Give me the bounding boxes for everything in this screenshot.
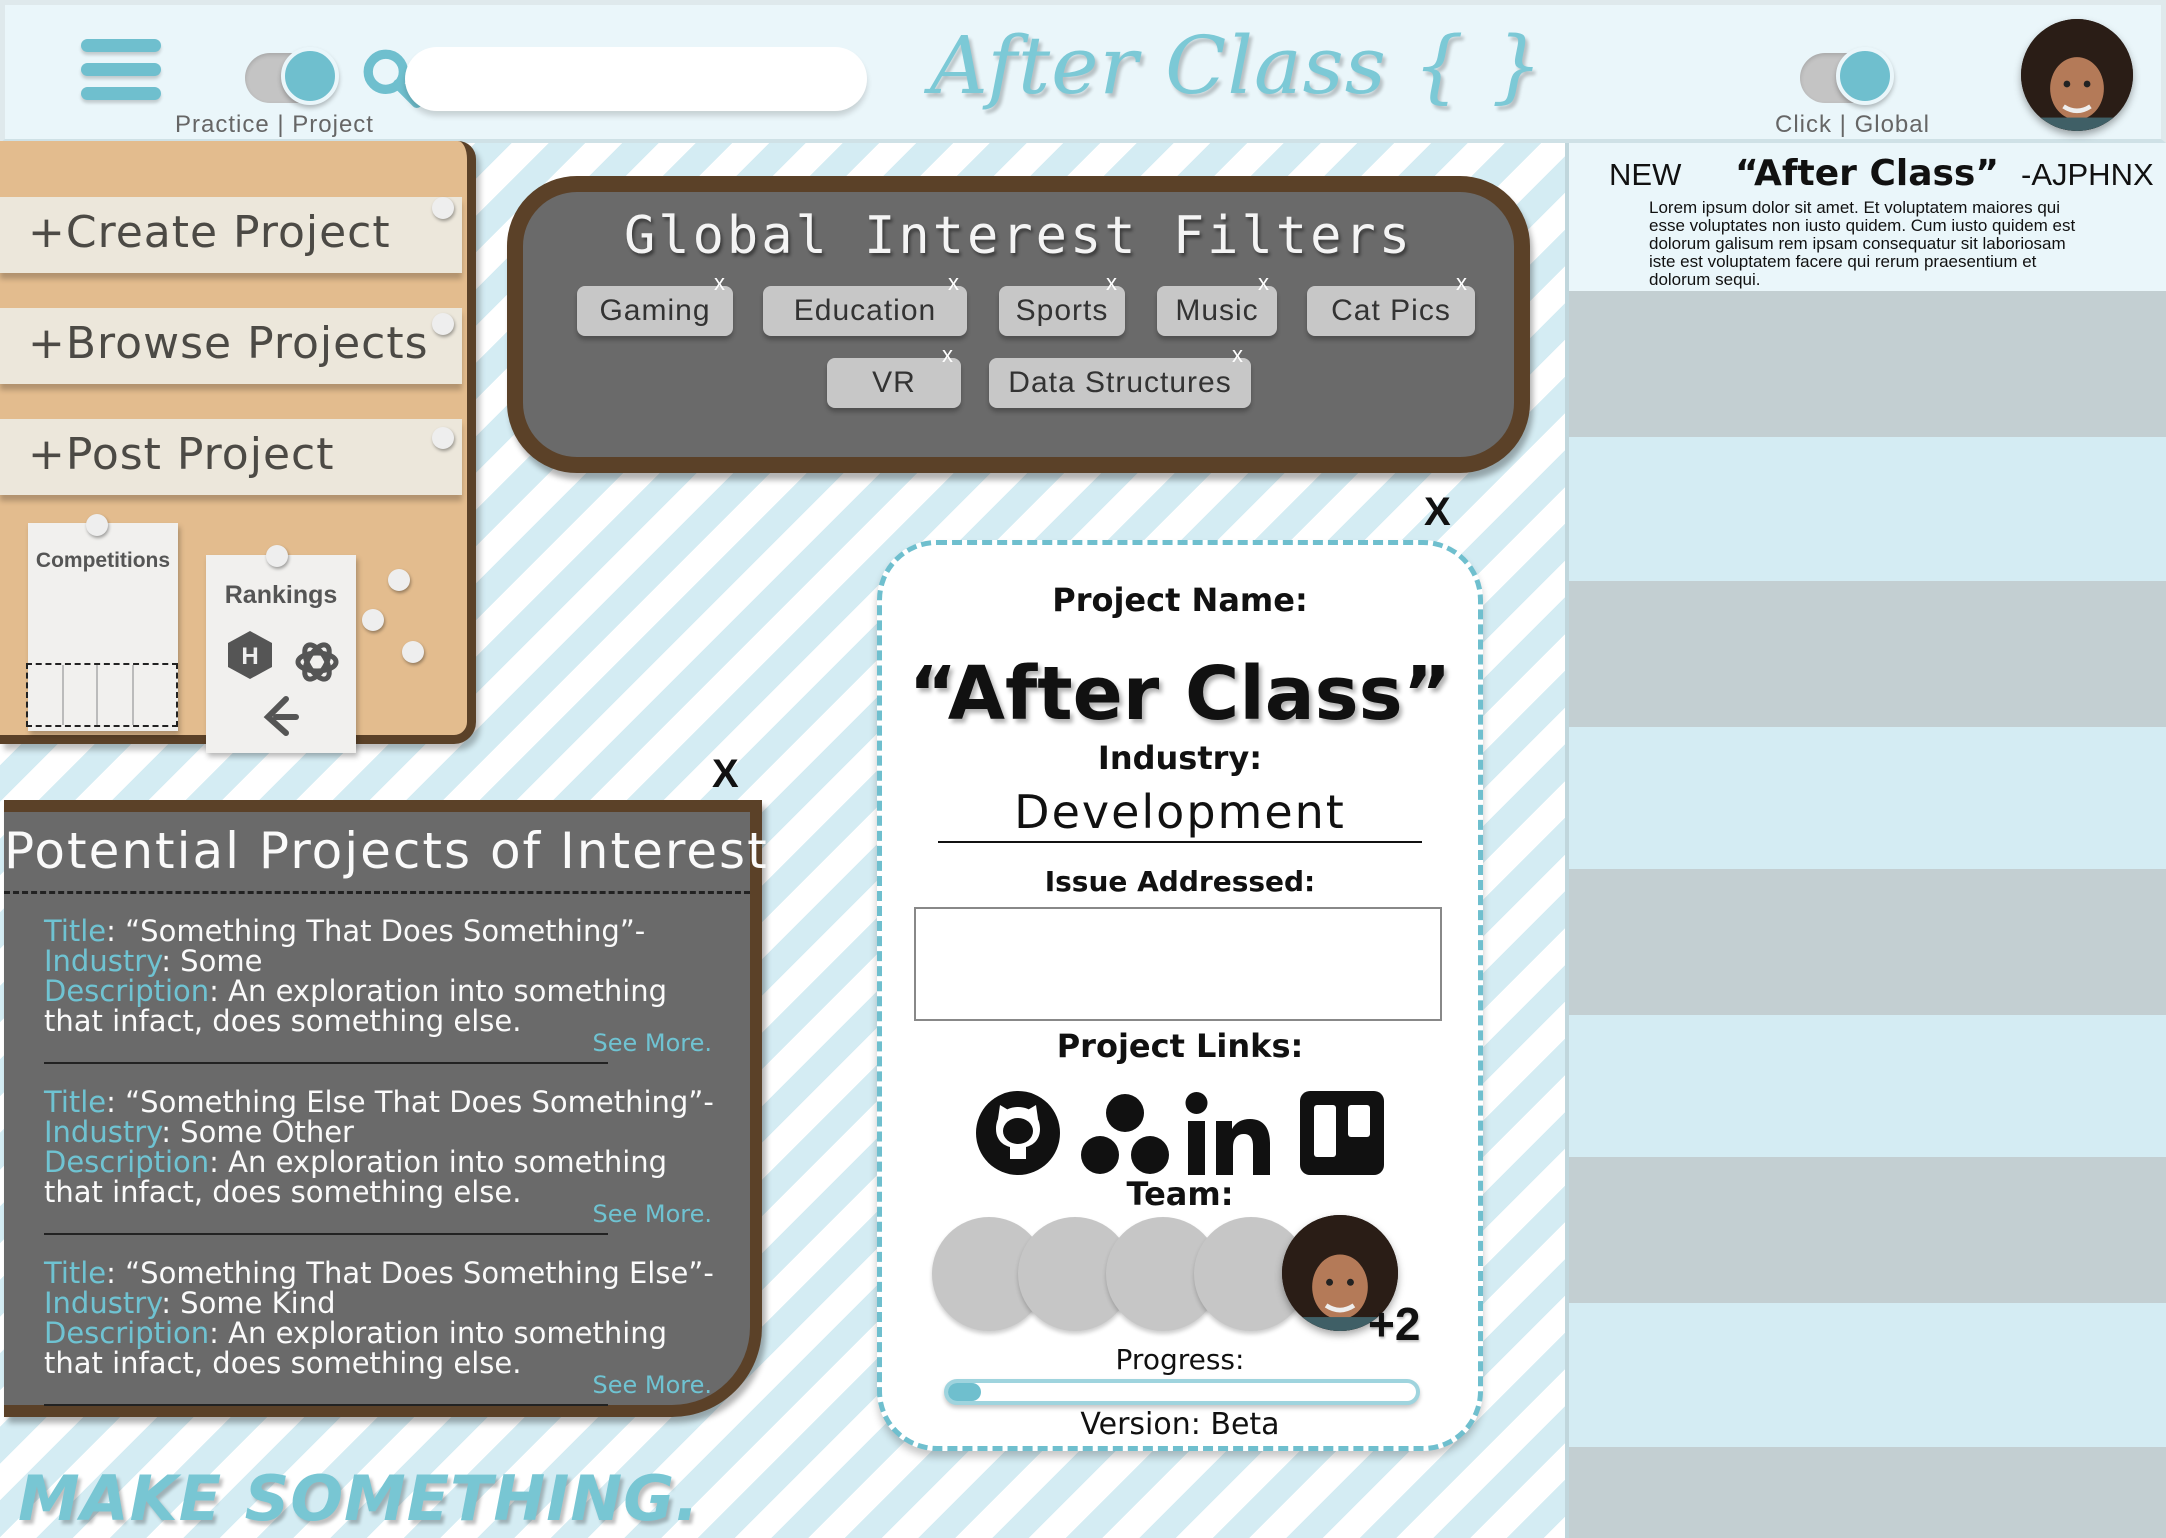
svg-text:H: H xyxy=(241,643,258,670)
slogan: MAKE SOMETHING. xyxy=(18,1462,700,1535)
project-card: Project Name: “After Class” Industry: De… xyxy=(877,540,1483,1451)
github-icon[interactable] xyxy=(974,1089,1062,1177)
filter-chip-data-structures[interactable]: Data Structures x xyxy=(989,344,1251,408)
click-global-toggle[interactable] xyxy=(1800,47,1894,105)
corkboard-panel: +Create Project +Browse Projects +Post P… xyxy=(0,141,476,753)
feed-post-author: -AJPHNX xyxy=(2021,157,2154,192)
rankings-card[interactable]: Rankings H xyxy=(206,555,356,753)
app-logo: After Class { } xyxy=(930,19,1544,112)
pin xyxy=(388,569,410,591)
openai-icon[interactable] xyxy=(292,637,342,687)
asana-icon[interactable] xyxy=(1080,1093,1170,1177)
practice-project-toggle[interactable] xyxy=(245,47,339,105)
divider xyxy=(44,1233,608,1235)
divider xyxy=(44,1062,608,1064)
pin xyxy=(86,514,108,536)
close-potential-button[interactable]: X xyxy=(712,752,739,797)
hackerrank-icon[interactable]: H xyxy=(224,629,276,681)
filter-chip-music[interactable]: Music x xyxy=(1157,272,1277,336)
browse-projects-button[interactable]: +Browse Projects xyxy=(0,308,462,384)
filter-chip-gaming[interactable]: Gaming x xyxy=(577,272,733,336)
user-avatar[interactable] xyxy=(2021,19,2133,131)
competitions-card[interactable]: Competitions xyxy=(26,523,178,731)
global-interest-filters: Global Interest Filters Gaming x Educatio… xyxy=(507,176,1530,473)
issue-field[interactable] xyxy=(914,907,1442,1021)
filter-chip-vr[interactable]: VR x xyxy=(827,344,961,408)
project-name-label: Project Name: xyxy=(1052,581,1308,619)
pin xyxy=(402,641,424,663)
practice-project-label: Practice | Project xyxy=(175,111,374,138)
remove-filter-icon[interactable]: x xyxy=(948,272,960,294)
feed-row[interactable] xyxy=(1569,581,2166,727)
feed-row[interactable] xyxy=(1569,869,2166,1015)
click-global-label: Click | Global xyxy=(1775,111,1930,138)
see-more-link[interactable]: See More. xyxy=(592,1370,712,1400)
new-badge: NEW xyxy=(1609,157,1682,192)
remove-filter-icon[interactable]: x xyxy=(1232,344,1244,366)
news-feed: NEW “After Class” -AJPHNX Lorem ipsum do… xyxy=(1565,143,2166,1538)
competitions-table xyxy=(26,663,178,727)
issue-label: Issue Addressed: xyxy=(1044,865,1316,898)
industry-value: Development xyxy=(938,785,1422,843)
remove-filter-icon[interactable]: x xyxy=(714,272,726,294)
team-label: Team: xyxy=(1126,1175,1234,1213)
feed-row[interactable] xyxy=(1569,291,2166,437)
feed-post[interactable]: NEW “After Class” -AJPHNX Lorem ipsum do… xyxy=(1569,143,2166,291)
industry-label: Industry: xyxy=(1097,739,1263,777)
pin xyxy=(432,313,454,335)
hamburger-menu-icon[interactable] xyxy=(81,39,161,111)
progress-fill xyxy=(948,1383,981,1401)
list-item[interactable]: Title: “Something That Does Something El… xyxy=(44,1258,724,1406)
pin xyxy=(432,427,454,449)
potential-projects-panel: Potential Projects of Interest Title: “S… xyxy=(4,800,767,1417)
filter-chip-education[interactable]: Education x xyxy=(763,272,967,336)
feed-row[interactable] xyxy=(1569,1447,2166,1538)
filter-chip-sports[interactable]: Sports x xyxy=(999,272,1125,336)
post-project-button[interactable]: +Post Project xyxy=(0,419,462,495)
filter-chip-cat-pics[interactable]: Cat Pics x xyxy=(1307,272,1475,336)
pin xyxy=(266,545,288,567)
remove-filter-icon[interactable]: x xyxy=(942,344,954,366)
version-text: Version: Beta xyxy=(1080,1407,1280,1442)
create-project-button[interactable]: +Create Project xyxy=(0,197,462,273)
leetcode-icon[interactable] xyxy=(256,693,302,739)
project-name: “After Class” xyxy=(908,651,1452,737)
close-card-button[interactable]: X xyxy=(1424,490,1451,535)
remove-filter-icon[interactable]: x xyxy=(1456,272,1468,294)
see-more-link[interactable]: See More. xyxy=(592,1028,712,1058)
list-item[interactable]: Title: “Something Else That Does Somethi… xyxy=(44,1087,724,1235)
remove-filter-icon[interactable]: x xyxy=(1258,272,1270,294)
team-avatars xyxy=(932,1215,1432,1337)
feed-post-title: “After Class” xyxy=(1735,153,2000,194)
feed-row[interactable] xyxy=(1569,1157,2166,1303)
list-item[interactable]: Title: “Something That Does Something”- … xyxy=(44,916,724,1064)
pin xyxy=(432,197,454,219)
pin xyxy=(362,609,384,631)
linkedin-icon[interactable] xyxy=(1184,1091,1274,1177)
project-links xyxy=(974,1089,1394,1179)
trello-icon[interactable] xyxy=(1298,1089,1386,1177)
progress-label: Progress: xyxy=(1115,1343,1245,1376)
search-input[interactable] xyxy=(405,47,867,111)
remove-filter-icon[interactable]: x xyxy=(1106,272,1118,294)
feed-post-body: Lorem ipsum dolor sit amet. Et voluptate… xyxy=(1649,198,2076,289)
top-bar: Practice | Project After Class { } Click… xyxy=(0,0,2166,143)
potential-projects-title: Potential Projects of Interest xyxy=(4,822,767,894)
progress-bar xyxy=(944,1379,1420,1405)
project-links-label: Project Links: xyxy=(1056,1027,1304,1065)
see-more-link[interactable]: See More. xyxy=(592,1199,712,1229)
divider xyxy=(44,1404,608,1406)
filters-title: Global Interest Filters xyxy=(623,206,1414,266)
